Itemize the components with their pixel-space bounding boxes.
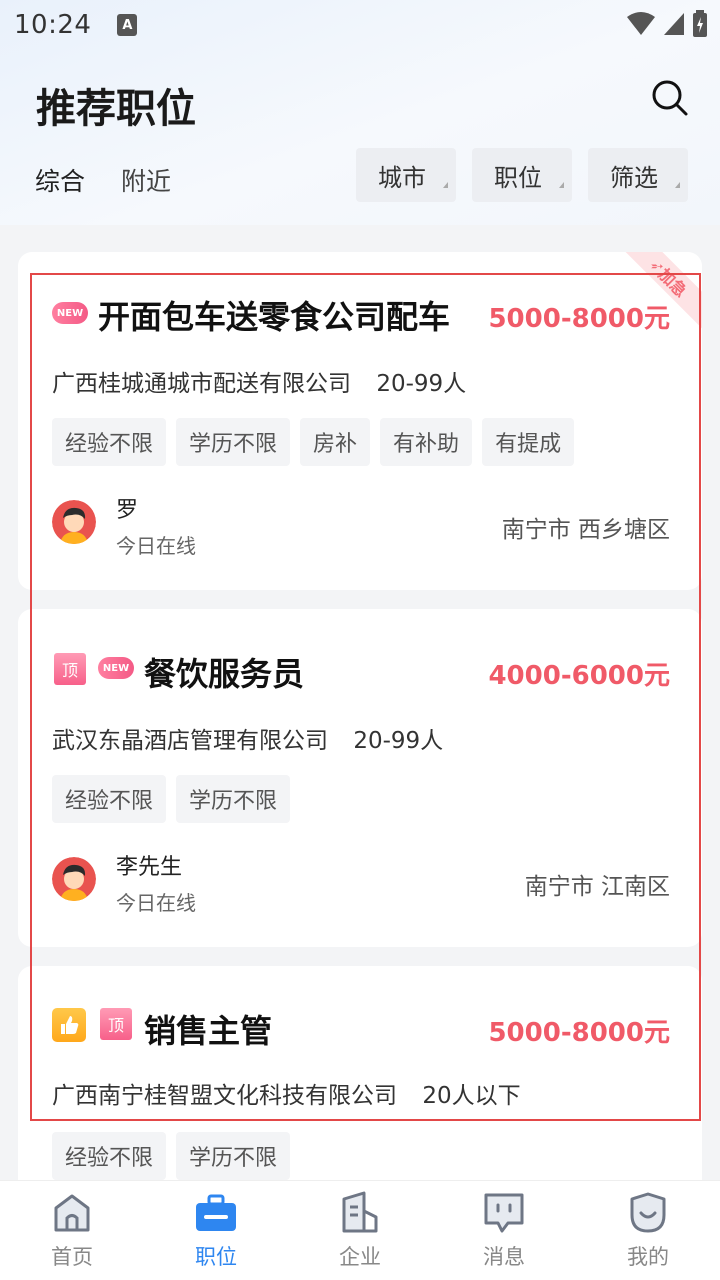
filter-city[interactable]: 城市 [356, 148, 456, 202]
signal-icon [664, 13, 684, 35]
recruiter-avatar [52, 500, 96, 544]
profile-icon [626, 1191, 670, 1235]
nav-item-companies[interactable]: 企业 [288, 1181, 432, 1280]
job-tag: 房补 [300, 418, 371, 466]
nav-item-jobs[interactable]: 职位 [144, 1181, 288, 1280]
online-status: 今日在线 [116, 891, 196, 915]
page-title: 推荐职位 [36, 86, 196, 132]
job-tag: 有提成 [482, 418, 575, 466]
job-tag: 学历不限 [176, 418, 291, 466]
job-tags: 经验不限 学历不限 [52, 775, 291, 823]
filter-screen[interactable]: 筛选 [588, 148, 688, 202]
notification-icon: A [117, 14, 138, 36]
job-tag: 学历不限 [176, 1132, 291, 1180]
battery-icon [693, 10, 707, 37]
building-icon [338, 1191, 382, 1235]
job-salary: 4000-6000元 [488, 661, 670, 691]
job-tag: 有补助 [380, 418, 473, 466]
nav-item-messages[interactable]: 消息 [432, 1181, 576, 1280]
job-title: 开面包车送零食公司配车 [98, 298, 451, 336]
company-name: 武汉东晶酒店管理有限公司 [52, 728, 328, 754]
nav-home-label: 首页 [51, 1245, 93, 1269]
dropdown-triangle-icon [559, 182, 564, 188]
company-info: 广西桂城通城市配送有限公司 20-99人 [52, 364, 466, 398]
company-size: 20-99人 [353, 728, 444, 754]
filter-screen-label: 筛选 [610, 163, 658, 192]
nav-messages-label: 消息 [483, 1245, 525, 1269]
filter-position-label: 职位 [494, 163, 542, 192]
search-button[interactable] [650, 78, 690, 118]
nav-item-profile[interactable]: 我的 [576, 1181, 720, 1280]
status-indicators [626, 10, 708, 38]
job-tags: 经验不限 学历不限 房补 有补助 有提成 [52, 418, 575, 466]
company-name: 广西桂城通城市配送有限公司 [52, 371, 351, 397]
recruiter-name: 罗 [116, 498, 139, 523]
dropdown-triangle-icon [675, 182, 680, 188]
wifi-icon [627, 12, 655, 35]
top-badge-icon: 顶 [100, 1008, 132, 1040]
nav-jobs-label: 职位 [195, 1245, 237, 1269]
nav-companies-label: 企业 [339, 1245, 381, 1269]
job-location: 南宁市 西乡塘区 [501, 517, 670, 543]
job-card[interactable]: 顶 销售主管 5000-8000元 广西南宁桂智盟文化科技有限公司 20人以下 … [18, 966, 702, 1206]
company-size: 20-99人 [376, 371, 467, 397]
home-icon [50, 1191, 94, 1235]
online-status: 今日在线 [116, 534, 196, 558]
filter-position[interactable]: 职位 [472, 148, 572, 202]
company-info: 武汉东晶酒店管理有限公司 20-99人 [52, 721, 443, 755]
new-badge-icon: NEW [98, 657, 134, 679]
job-tag: 经验不限 [52, 418, 167, 466]
status-time: 10:24 [14, 10, 92, 40]
tab-comprehensive[interactable]: 综合 [35, 162, 85, 198]
job-title: 销售主管 [144, 1012, 273, 1050]
search-icon [652, 80, 688, 116]
nav-profile-label: 我的 [627, 1245, 669, 1269]
new-badge-icon: NEW [52, 302, 88, 324]
tab-nearby[interactable]: 附近 [121, 162, 171, 198]
briefcase-icon [194, 1191, 238, 1235]
job-tag: 经验不限 [52, 775, 167, 823]
thumbs-up-icon [52, 1008, 86, 1042]
job-tag: 经验不限 [52, 1132, 167, 1180]
company-info: 广西南宁桂智盟文化科技有限公司 20人以下 [52, 1076, 521, 1110]
status-bar: 10:24 A [0, 0, 720, 50]
company-name: 广西南宁桂智盟文化科技有限公司 [52, 1083, 397, 1109]
top-badge-icon: 顶 [54, 653, 86, 685]
job-tags: 经验不限 学历不限 [52, 1132, 291, 1180]
company-size: 20人以下 [422, 1083, 521, 1109]
bottom-nav: 首页 职位 企业 消息 我的 [0, 1180, 720, 1280]
job-title: 餐饮服务员 [144, 655, 305, 693]
job-salary: 5000-8000元 [488, 1018, 670, 1048]
filter-city-label: 城市 [378, 163, 426, 192]
job-tag: 学历不限 [176, 775, 291, 823]
recruiter-name: 李先生 [116, 855, 183, 880]
dropdown-triangle-icon [443, 182, 448, 188]
job-card[interactable]: ➶ 加急 NEW 开面包车送零食公司配车 5000-8000元 广西桂城通城市配… [18, 252, 702, 590]
job-salary: 5000-8000元 [488, 304, 670, 334]
job-card[interactable]: 顶 NEW 餐饮服务员 4000-6000元 武汉东晶酒店管理有限公司 20-9… [18, 609, 702, 947]
recruiter-avatar [52, 857, 96, 901]
message-icon [482, 1191, 526, 1235]
job-location: 南宁市 江南区 [524, 874, 670, 900]
nav-item-home[interactable]: 首页 [0, 1181, 144, 1280]
